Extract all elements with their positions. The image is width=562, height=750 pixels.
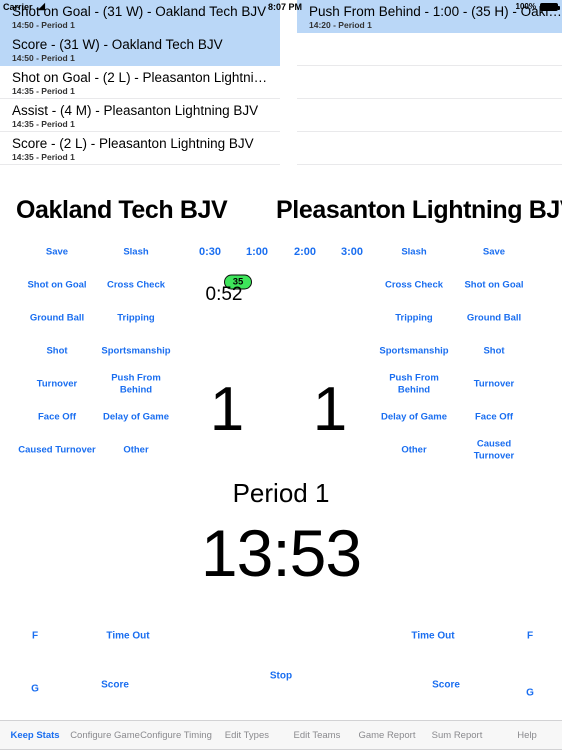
tab-game-report[interactable]: Game Report [352, 730, 422, 741]
away-penalty-push-from-behind-button[interactable]: Push From Behind [389, 373, 439, 396]
away-score-button[interactable]: Score [432, 680, 460, 691]
list-item[interactable]: Push From Behind - 1:00 - (35 H) - Oakl…… [297, 0, 562, 33]
away-penalty-sportsmanship-button[interactable]: Sportsmanship [379, 345, 448, 357]
penalty-countdown: 0:52 [205, 284, 243, 305]
stat-events-list[interactable]: Shot on Goal - (31 W) - Oakland Tech BJV… [0, 0, 280, 186]
away-stat-turnover-button[interactable]: Turnover [474, 378, 514, 390]
keep-stats-screen: Carrier ◢ 8:07 PM 100% Shot on Goal - (3… [0, 0, 562, 750]
list-item-title: Assist - (4 M) - Pleasanton Lightning BJ… [12, 103, 259, 118]
tab-help[interactable]: Help [492, 730, 562, 741]
list-item[interactable]: Shot on Goal - (31 W) - Oakland Tech BJV… [0, 0, 280, 33]
home-stat-save-button[interactable]: Save [46, 246, 68, 258]
away-penalty-delay-of-game-button[interactable]: Delay of Game [381, 411, 447, 423]
list-item[interactable] [297, 99, 562, 132]
list-item[interactable] [297, 132, 562, 165]
home-penalty-other-button[interactable]: Other [123, 444, 148, 456]
list-item[interactable] [0, 165, 280, 186]
list-item[interactable] [297, 66, 562, 99]
tab-edit-types[interactable]: Edit Types [212, 730, 282, 741]
home-penalty-sportsmanship-button[interactable]: Sportsmanship [101, 345, 170, 357]
stop-clock-button[interactable]: Stop [270, 671, 292, 682]
home-penalty-cross-check-button[interactable]: Cross Check [107, 279, 165, 291]
home-stat-shot-button[interactable]: Shot [46, 345, 67, 357]
period-label: Period 1 [232, 478, 330, 508]
home-timeout-button[interactable]: Time Out [106, 631, 149, 642]
penalty-duration-30s-button[interactable]: 0:30 [199, 246, 221, 258]
away-penalty-other-button[interactable]: Other [401, 444, 426, 456]
away-stat-shot-button[interactable]: Shot [483, 345, 504, 357]
tab-bar: Keep Stats Configure Game Configure Timi… [0, 720, 562, 750]
list-item-subtitle: 14:35 - Period 1 [12, 119, 75, 129]
penalty-duration-3m-button[interactable]: 3:00 [341, 246, 363, 258]
away-score: 1 [312, 375, 348, 444]
penalty-duration-2m-button[interactable]: 2:00 [294, 246, 316, 258]
list-item[interactable]: Score - (31 W) - Oakland Tech BJV 14:50 … [0, 33, 280, 66]
home-score-button[interactable]: Score [101, 680, 129, 691]
tab-edit-teams[interactable]: Edit Teams [282, 730, 352, 741]
event-lists: Shot on Goal - (31 W) - Oakland Tech BJV… [0, 0, 562, 186]
penalty-events-list[interactable]: Push From Behind - 1:00 - (35 H) - Oakl…… [297, 0, 562, 186]
game-controls: F Time Out Time Out F G Score Stop Score… [0, 615, 562, 715]
home-stat-caused-turnover-button[interactable]: Caused Turnover [18, 444, 95, 456]
home-score: 1 [209, 375, 245, 444]
away-stat-shot-on-goal-button[interactable]: Shot on Goal [464, 279, 523, 291]
home-team-name: Oakland Tech BJV [16, 196, 228, 224]
tab-keep-stats[interactable]: Keep Stats [0, 730, 70, 741]
game-clock: 13:53 [200, 516, 362, 590]
home-stat-shot-on-goal-button[interactable]: Shot on Goal [27, 279, 86, 291]
away-stat-ground-ball-button[interactable]: Ground Ball [467, 312, 521, 324]
away-goalie-button[interactable]: G [526, 688, 534, 699]
home-penalty-push-from-behind-button[interactable]: Push From Behind [111, 373, 161, 396]
list-item[interactable]: Assist - (4 M) - Pleasanton Lightning BJ… [0, 99, 280, 132]
away-penalty-tripping-button[interactable]: Tripping [395, 312, 432, 324]
away-penalty-slash-button[interactable]: Slash [401, 246, 426, 258]
tab-configure-timing[interactable]: Configure Timing [140, 730, 212, 741]
home-stat-turnover-button[interactable]: Turnover [37, 378, 77, 390]
list-item-title: Score - (2 L) - Pleasanton Lightning BJV [12, 136, 254, 151]
list-item-title: Shot on Goal - (31 W) - Oakland Tech BJV [12, 4, 267, 19]
home-penalty-delay-of-game-button[interactable]: Delay of Game [103, 411, 169, 423]
away-fouls-button[interactable]: F [527, 631, 533, 642]
list-item-subtitle: 14:35 - Period 1 [12, 152, 75, 162]
home-goalie-button[interactable]: G [31, 684, 39, 695]
list-item-title: Score - (31 W) - Oakland Tech BJV [12, 37, 223, 52]
scoreboard: Save Shot on Goal Ground Ball Shot Turno… [0, 230, 562, 620]
away-stat-caused-turnover-button[interactable]: Caused Turnover [460, 439, 528, 462]
penalty-duration-1m-button[interactable]: 1:00 [246, 246, 268, 258]
away-team-name: Pleasanton Lightning BJV [276, 196, 562, 224]
list-item[interactable]: Shot on Goal - (2 L) - Pleasanton Lightn… [0, 66, 280, 99]
home-penalty-slash-button[interactable]: Slash [123, 246, 148, 258]
team-headers: Oakland Tech BJV Pleasanton Lightning BJ… [0, 196, 562, 230]
away-stat-save-button[interactable]: Save [483, 246, 505, 258]
away-timeout-button[interactable]: Time Out [411, 631, 454, 642]
home-penalty-tripping-button[interactable]: Tripping [117, 312, 154, 324]
list-item-title: Push From Behind - 1:00 - (35 H) - Oakl… [309, 4, 562, 19]
list-item-subtitle: 14:35 - Period 1 [12, 86, 75, 96]
list-item[interactable] [297, 33, 562, 66]
list-item-subtitle: 14:50 - Period 1 [12, 53, 75, 63]
tab-sum-report[interactable]: Sum Report [422, 730, 492, 741]
home-stat-ground-ball-button[interactable]: Ground Ball [30, 312, 84, 324]
away-penalty-cross-check-button[interactable]: Cross Check [385, 279, 443, 291]
tab-configure-game[interactable]: Configure Game [70, 730, 140, 741]
list-item[interactable]: Score - (2 L) - Pleasanton Lightning BJV… [0, 132, 280, 165]
list-item-title: Shot on Goal - (2 L) - Pleasanton Lightn… [12, 70, 268, 85]
away-stat-face-off-button[interactable]: Face Off [475, 411, 513, 423]
home-stat-face-off-button[interactable]: Face Off [38, 411, 76, 423]
list-item-subtitle: 14:50 - Period 1 [12, 20, 75, 30]
list-item-subtitle: 14:20 - Period 1 [309, 20, 372, 30]
home-fouls-button[interactable]: F [32, 631, 38, 642]
list-item[interactable] [297, 165, 562, 186]
